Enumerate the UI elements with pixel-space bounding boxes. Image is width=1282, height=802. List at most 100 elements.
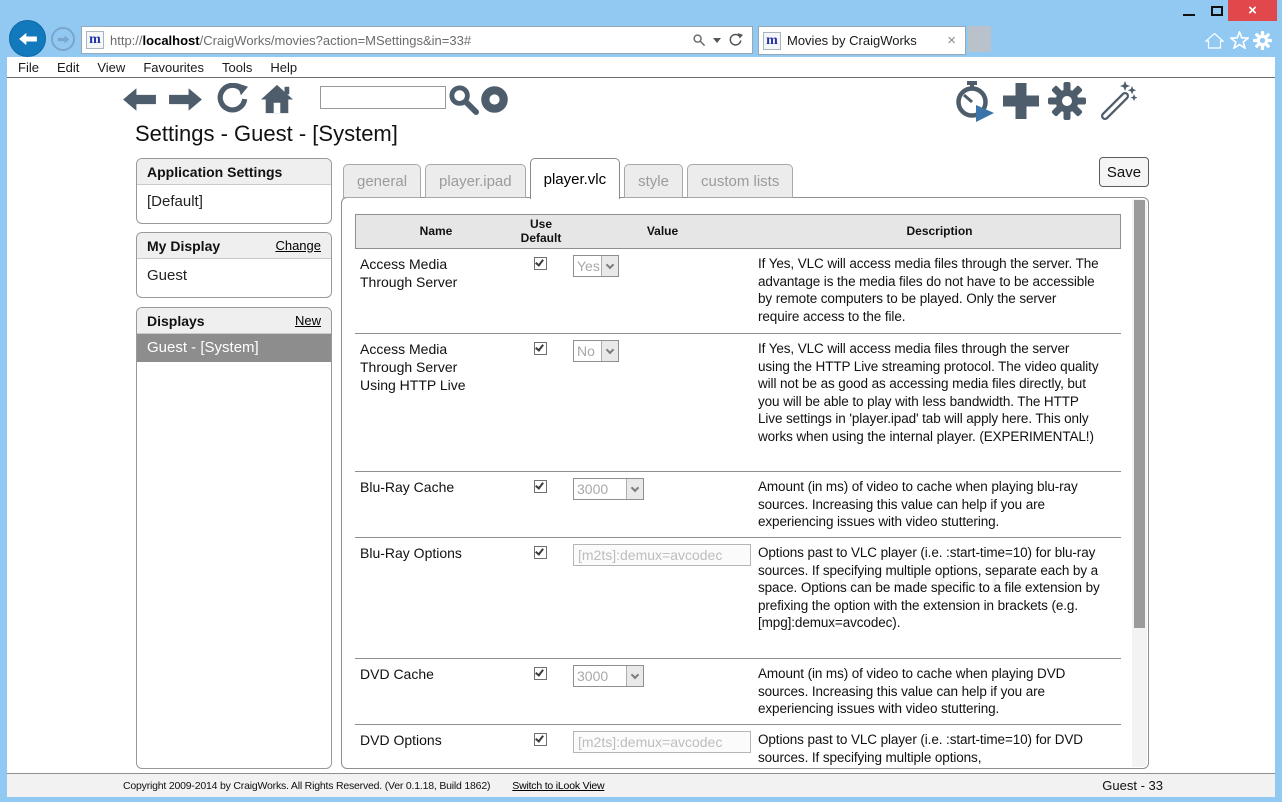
new-display-link[interactable]: New bbox=[295, 313, 321, 328]
new-tab-button[interactable] bbox=[968, 26, 991, 52]
tab-general[interactable]: general bbox=[343, 164, 422, 198]
page-home-button[interactable] bbox=[259, 83, 295, 115]
forward-arrow-icon bbox=[169, 88, 202, 111]
value-select-text: Yes bbox=[577, 258, 600, 274]
tab-style[interactable]: style bbox=[624, 164, 683, 198]
setting-description: Amount (in ms) of video to cache when pl… bbox=[758, 666, 1066, 716]
menu-item-view[interactable]: View bbox=[97, 60, 125, 75]
magnifier-icon bbox=[449, 85, 479, 115]
tab-player.ipad[interactable]: player.ipad bbox=[425, 164, 526, 198]
menu-item-edit[interactable]: Edit bbox=[57, 60, 79, 75]
panel-scrollbar[interactable] bbox=[1132, 199, 1147, 767]
displays-box: Displays New Guest - [System] bbox=[136, 307, 332, 769]
application-settings-value[interactable]: [Default] bbox=[137, 185, 331, 218]
value-select[interactable]: Yes bbox=[573, 255, 619, 277]
value-input[interactable]: [m2ts]:demux=avcodec bbox=[573, 731, 751, 753]
setting-name: DVD Options bbox=[360, 732, 442, 748]
settings-row: Access Media Through Server Yes If Yes, … bbox=[355, 249, 1121, 334]
displays-title: Displays bbox=[147, 312, 205, 329]
page-back-button[interactable] bbox=[121, 86, 158, 113]
search-dropdown-caret-icon[interactable] bbox=[713, 37, 721, 43]
add-button[interactable] bbox=[1001, 81, 1041, 121]
browser-back-button[interactable] bbox=[9, 20, 46, 57]
settings-row: Blu-Ray Cache 3000 Amount (in ms) of vid… bbox=[355, 472, 1121, 538]
tab-title: Movies by CraigWorks bbox=[787, 33, 917, 48]
column-header-name: Name bbox=[419, 223, 453, 238]
change-display-link[interactable]: Change bbox=[275, 238, 321, 253]
menu-item-help[interactable]: Help bbox=[270, 60, 297, 75]
back-arrow-icon bbox=[18, 32, 37, 45]
setting-name: Access Media Through Server Using HTTP L… bbox=[360, 341, 466, 393]
use-default-checkbox[interactable] bbox=[533, 546, 547, 559]
wizard-button[interactable] bbox=[1095, 80, 1137, 122]
select-arrow-icon bbox=[626, 479, 643, 499]
tab-close-icon[interactable]: × bbox=[938, 32, 965, 49]
settings-row: DVD Cache 3000 Amount (in ms) of video t… bbox=[355, 659, 1121, 725]
magic-wand-icon bbox=[1101, 81, 1137, 120]
browser-favorites-button[interactable] bbox=[1228, 29, 1250, 51]
maximize-button[interactable] bbox=[1206, 0, 1228, 21]
setting-description: If Yes, VLC will access media files thro… bbox=[758, 256, 1099, 324]
settings-tabs: general player.ipad player.vlc style custom … bbox=[343, 157, 794, 199]
tab-favicon: m bbox=[763, 31, 781, 50]
browser-tab[interactable]: m Movies by CraigWorks × bbox=[758, 26, 966, 55]
settings-row: Access Media Through Server Using HTTP L… bbox=[355, 334, 1121, 472]
setting-name: Blu-Ray Cache bbox=[360, 479, 455, 495]
value-select[interactable]: 3000 bbox=[573, 665, 644, 687]
home-icon bbox=[1204, 32, 1224, 49]
stopwatch-icon bbox=[956, 81, 994, 122]
page-search-button[interactable] bbox=[448, 84, 479, 115]
tab-player.vlc[interactable]: player.vlc bbox=[529, 158, 621, 199]
scrollbar-thumb[interactable] bbox=[1134, 200, 1145, 628]
check-icon bbox=[534, 546, 544, 556]
setting-description: Options past to VLC player (i.e. :start-… bbox=[758, 732, 1083, 765]
maximize-icon bbox=[1211, 5, 1223, 16]
value-select[interactable]: No bbox=[573, 340, 619, 362]
my-display-box: My Display Change Guest bbox=[136, 232, 332, 298]
browser-home-button[interactable] bbox=[1203, 29, 1225, 51]
use-default-checkbox[interactable] bbox=[533, 257, 547, 270]
menu-item-tools[interactable]: Tools bbox=[222, 60, 252, 75]
select-arrow-icon bbox=[601, 341, 618, 361]
application-settings-box: Application Settings [Default] bbox=[136, 158, 332, 224]
display-list-item-selected[interactable]: Guest - [System] bbox=[137, 334, 331, 362]
address-search-icon[interactable] bbox=[692, 33, 706, 47]
check-icon bbox=[534, 257, 544, 267]
use-default-checkbox[interactable] bbox=[533, 667, 547, 680]
address-bar[interactable]: m http://localhost/CraigWorks/movies?act… bbox=[81, 26, 753, 54]
settings-row: DVD Options [m2ts]:demux=avcodec Options… bbox=[355, 725, 1121, 768]
switch-view-link[interactable]: Switch to iLook View bbox=[512, 780, 604, 792]
check-icon bbox=[534, 480, 544, 490]
value-select[interactable]: 3000 bbox=[573, 478, 644, 500]
scheduler-button[interactable] bbox=[951, 80, 995, 124]
my-display-value: Guest bbox=[147, 267, 188, 284]
address-refresh-icon[interactable] bbox=[728, 32, 743, 48]
browser-forward-button[interactable] bbox=[51, 27, 75, 51]
browser-window: × m http://localhost/CraigWorks/movies?a… bbox=[0, 0, 1282, 802]
page-go-button[interactable] bbox=[480, 85, 509, 114]
use-default-checkbox[interactable] bbox=[533, 733, 547, 746]
refresh-icon bbox=[217, 83, 248, 113]
setting-name: Blu-Ray Options bbox=[360, 545, 462, 561]
close-button[interactable]: × bbox=[1228, 0, 1277, 21]
browser-tools-button[interactable] bbox=[1251, 29, 1273, 51]
page-search-input[interactable] bbox=[320, 86, 446, 109]
page-forward-button[interactable] bbox=[167, 86, 204, 113]
use-default-checkbox[interactable] bbox=[533, 480, 547, 493]
page-refresh-button[interactable] bbox=[214, 83, 248, 117]
plus-icon bbox=[1003, 83, 1039, 119]
menu-item-file[interactable]: File bbox=[18, 60, 39, 75]
page-title: Settings - Guest - [System] bbox=[135, 121, 398, 146]
setting-description: Amount (in ms) of video to cache when pl… bbox=[758, 479, 1078, 529]
use-default-checkbox[interactable] bbox=[533, 342, 547, 355]
settings-button[interactable] bbox=[1047, 81, 1087, 121]
table-header: Name Use Default Value Description bbox=[355, 214, 1121, 249]
value-input[interactable]: [m2ts]:demux=avcodec bbox=[573, 544, 751, 566]
check-icon bbox=[534, 342, 544, 352]
setting-name: DVD Cache bbox=[360, 666, 434, 682]
minimize-button[interactable] bbox=[1178, 0, 1200, 21]
save-button[interactable]: Save bbox=[1099, 157, 1149, 187]
select-arrow-icon bbox=[626, 666, 643, 686]
tab-custom-lists[interactable]: custom lists bbox=[686, 164, 794, 198]
menu-item-favourites[interactable]: Favourites bbox=[143, 60, 204, 75]
